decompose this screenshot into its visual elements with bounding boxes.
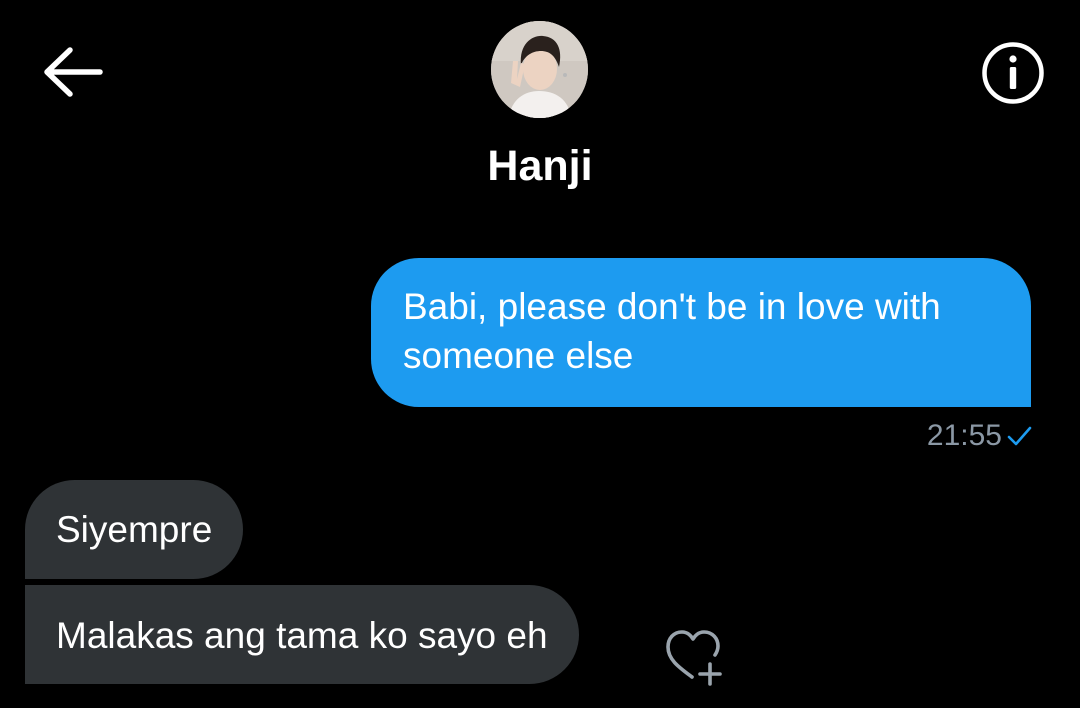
message-timestamp: 21:55 bbox=[926, 419, 1002, 452]
back-button[interactable] bbox=[38, 44, 106, 104]
check-icon bbox=[1007, 426, 1032, 446]
info-button[interactable] bbox=[978, 40, 1048, 110]
arrow-left-icon bbox=[44, 47, 103, 97]
info-circle-icon bbox=[982, 42, 1044, 104]
message-meta: 21:55 bbox=[927, 416, 1032, 456]
message-text: Malakas ang tama ko sayo eh bbox=[56, 615, 548, 656]
sent-message-bubble[interactable]: Babi, please don't be in love with someo… bbox=[371, 258, 1031, 407]
message-text: Siyempre bbox=[56, 509, 213, 550]
avatar[interactable] bbox=[491, 21, 588, 118]
dm-conversation-screen: Hanji Babi, please don't be in love with… bbox=[0, 0, 1080, 708]
received-message-bubble[interactable]: Siyempre bbox=[25, 480, 244, 579]
add-reaction-button[interactable] bbox=[660, 626, 732, 688]
profile-photo bbox=[491, 21, 588, 118]
contact-name[interactable]: Hanji bbox=[340, 140, 740, 192]
heart-plus-icon bbox=[666, 630, 722, 686]
message-text: Babi, please don't be in love with someo… bbox=[403, 286, 941, 376]
received-message-bubble[interactable]: Malakas ang tama ko sayo eh bbox=[25, 585, 579, 684]
